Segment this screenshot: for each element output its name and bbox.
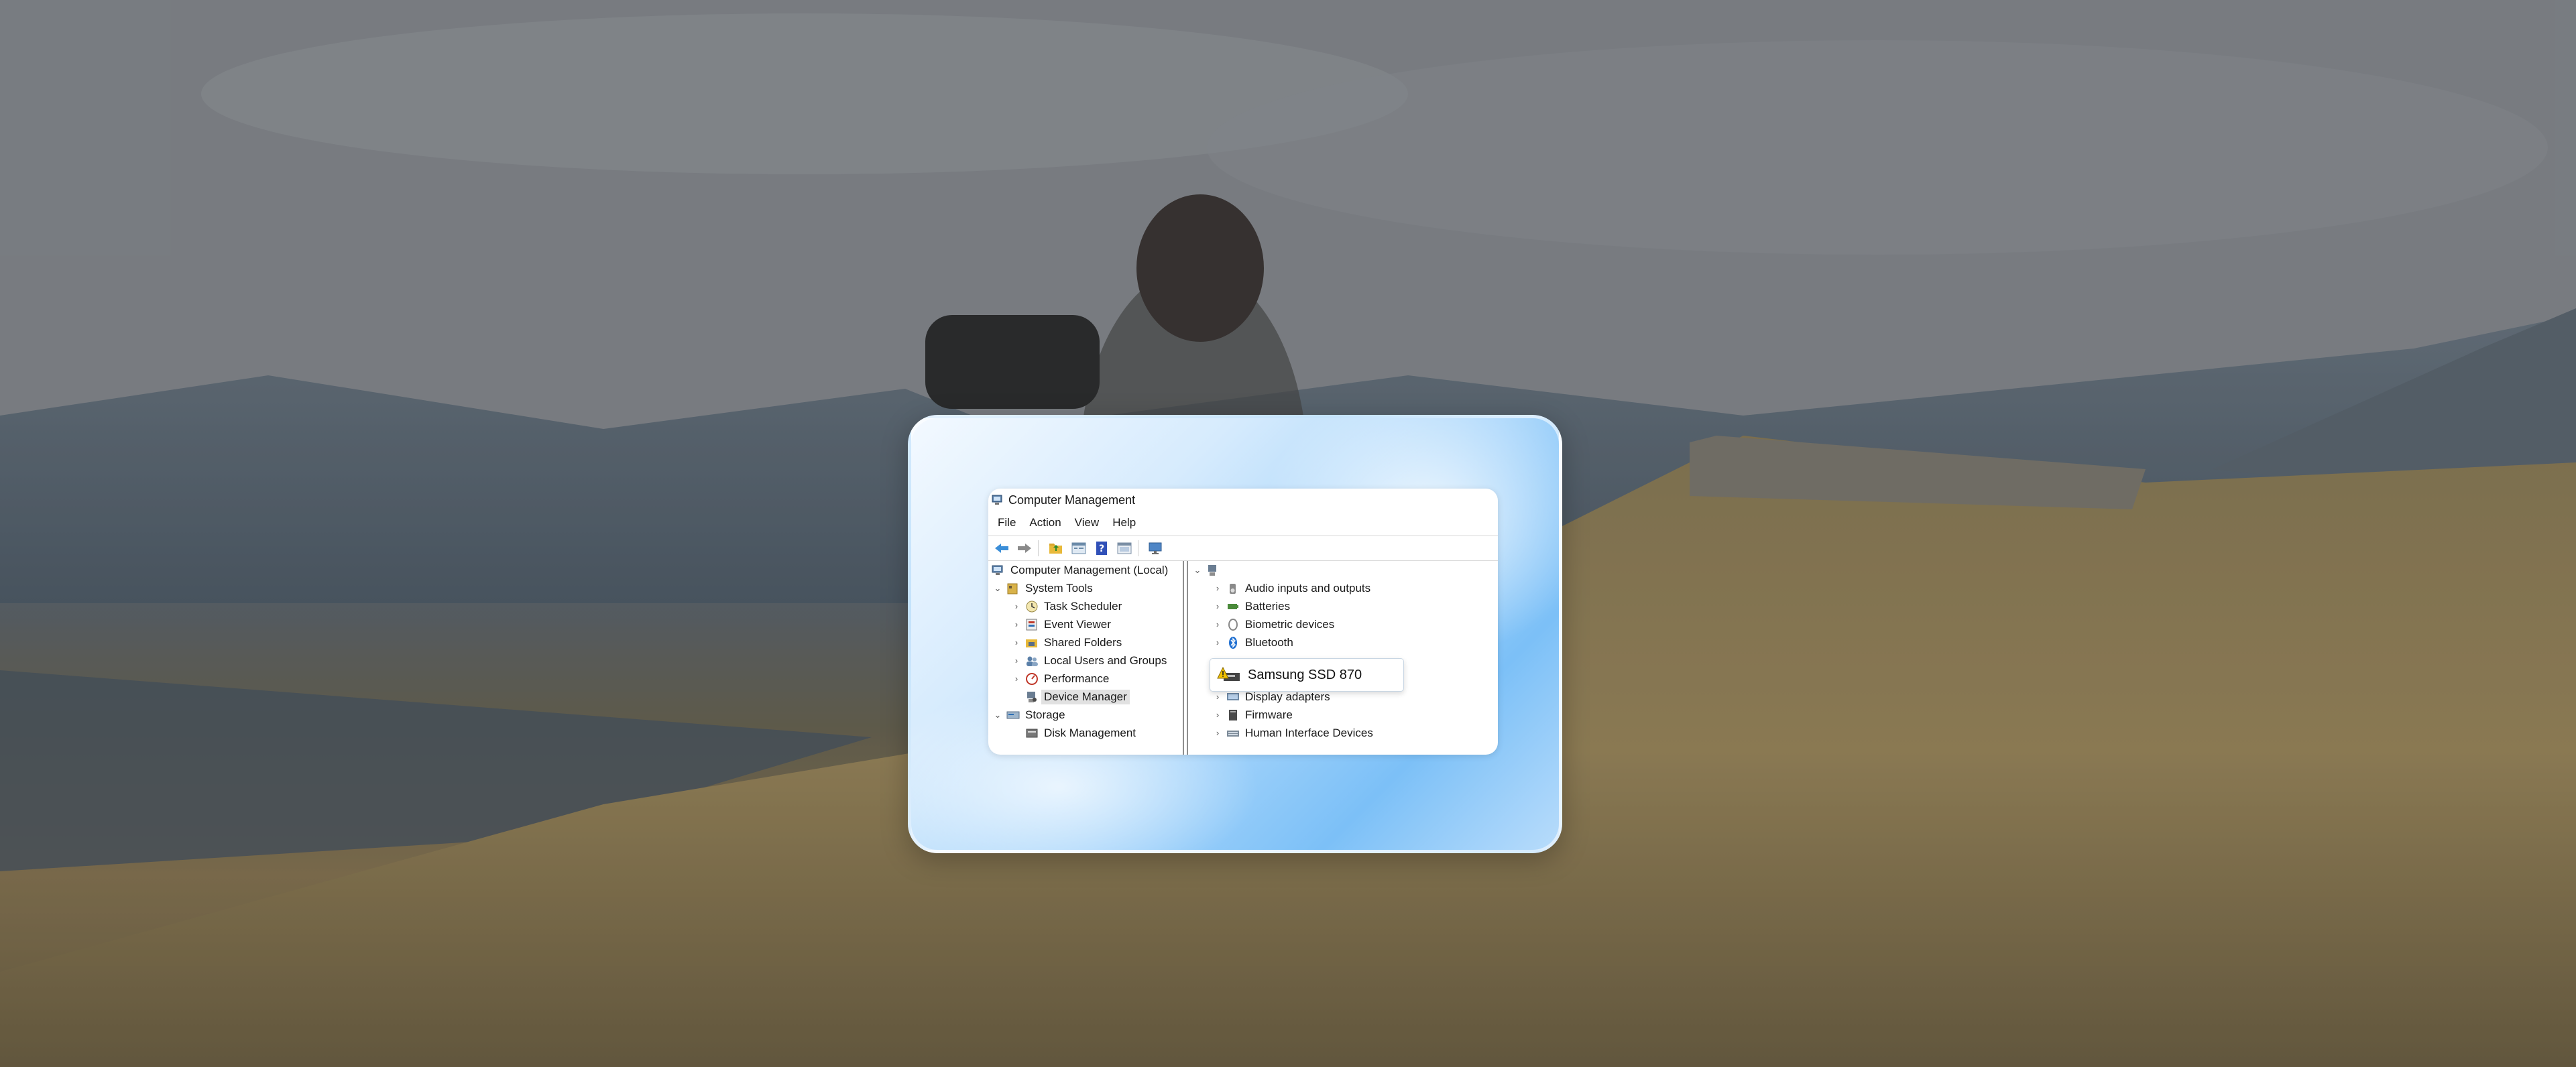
computer-management-window[interactable]: Computer Management File Action View Hel… [988, 489, 1498, 755]
device-category-label: Biometric devices [1245, 617, 1335, 631]
folder-up-icon [1049, 544, 1062, 554]
help-button[interactable]: ? [1092, 539, 1111, 558]
warning-drive-icon [1217, 666, 1240, 681]
title-bar[interactable]: Computer Management [988, 489, 1498, 511]
toolbox-icon [1007, 583, 1018, 594]
tree-item-shared-folders[interactable]: › Shared Folders [1011, 633, 1122, 651]
device-category-label: Bluetooth [1245, 635, 1293, 649]
storage-icon [1006, 711, 1020, 718]
chevron-right-icon[interactable]: › [1212, 728, 1223, 739]
tree-item-performance[interactable]: › Performance [1011, 670, 1109, 688]
show-hide-icon [1117, 542, 1132, 554]
computer-management-icon [992, 565, 1003, 575]
device-category-label: Batteries [1245, 599, 1291, 613]
show-hide-button[interactable] [1115, 539, 1134, 558]
toolbar: ? [988, 536, 1498, 561]
chevron-right-icon[interactable]: › [1011, 655, 1022, 666]
tree-root-label: Computer Management (Local) [1010, 563, 1169, 576]
clock-icon [1026, 601, 1038, 612]
tree-item-label: Task Scheduler [1044, 599, 1122, 613]
tree-storage[interactable]: ⌄ Storage [992, 706, 1065, 724]
chevron-down-icon[interactable]: ⌄ [1192, 565, 1203, 576]
monitor-icon [1149, 542, 1162, 554]
firmware-icon [1229, 709, 1237, 720]
forward-button[interactable] [1015, 539, 1034, 558]
device-category[interactable]: › Firmware [1212, 706, 1293, 724]
tree-item-device-manager[interactable]: Device Manager [1011, 688, 1130, 706]
event-viewer-icon [1026, 619, 1037, 630]
window-title: Computer Management [1008, 493, 1136, 507]
chevron-right-icon[interactable]: › [1212, 601, 1223, 612]
device-root[interactable]: ⌄ [1192, 561, 1225, 579]
fingerprint-icon [1228, 618, 1238, 631]
chevron-right-icon[interactable]: › [1212, 583, 1223, 594]
tooltip-text: Samsung SSD 870 [1248, 667, 1362, 682]
device-category-label: Display adapters [1245, 690, 1330, 703]
forward-arrow-icon [1018, 544, 1031, 553]
properties-button[interactable] [1069, 539, 1088, 558]
tree-system-tools[interactable]: ⌄ System Tools [992, 579, 1093, 597]
device-tooltip: Samsung SSD 870 [1210, 658, 1404, 692]
device-category[interactable]: › Biometric devices [1212, 615, 1334, 633]
menu-bar: File Action View Help [988, 511, 1498, 534]
chevron-down-icon[interactable]: ⌄ [992, 583, 1003, 594]
tree-item-label: Local Users and Groups [1044, 653, 1167, 667]
tree-root[interactable]: Computer Management (Local) [991, 561, 1168, 579]
menu-file[interactable]: File [988, 516, 1022, 529]
chevron-right-icon[interactable]: › [1011, 619, 1022, 630]
bluetooth-icon [1229, 636, 1237, 649]
performance-icon [1026, 672, 1038, 685]
tree-system-tools-label: System Tools [1025, 581, 1093, 594]
console-tree-pane[interactable]: Computer Management (Local) ⌄ System Too… [988, 561, 1184, 755]
tree-item-label: Shared Folders [1044, 635, 1122, 649]
back-arrow-icon [995, 544, 1008, 553]
tree-item-event-viewer[interactable]: › Event Viewer [1011, 615, 1111, 633]
chevron-right-icon[interactable]: › [1011, 601, 1022, 612]
shared-folder-icon [1026, 639, 1037, 647]
menu-action[interactable]: Action [1022, 516, 1067, 529]
chevron-right-icon[interactable]: › [1011, 674, 1022, 684]
device-category[interactable]: › Human Interface Devices [1212, 724, 1373, 742]
speaker-icon [1230, 583, 1236, 594]
chevron-right-icon[interactable]: › [1212, 619, 1223, 630]
device-category[interactable]: › Batteries [1212, 597, 1290, 615]
back-button[interactable] [992, 539, 1011, 558]
chevron-right-icon[interactable]: › [1011, 637, 1022, 648]
device-category-label: Firmware [1245, 708, 1293, 721]
computer-management-icon [992, 495, 1002, 505]
device-category-label: Human Interface Devices [1245, 726, 1373, 739]
tree-item-label: Event Viewer [1044, 617, 1111, 631]
properties-icon [1071, 542, 1086, 554]
chevron-right-icon[interactable]: › [1212, 692, 1223, 702]
tree-item-label: Device Manager [1041, 689, 1130, 704]
chevron-right-icon[interactable]: › [1212, 637, 1223, 648]
up-one-level-button[interactable] [1047, 539, 1065, 558]
help-icon: ? [1096, 542, 1107, 555]
device-category-label: Audio inputs and outputs [1245, 581, 1371, 594]
device-manager-icon [1027, 691, 1037, 702]
svg-text:?: ? [1099, 544, 1104, 554]
menu-view[interactable]: View [1068, 516, 1106, 529]
tree-storage-label: Storage [1025, 708, 1065, 721]
chevron-down-icon[interactable]: ⌄ [992, 710, 1003, 720]
computer-icon [1208, 564, 1216, 576]
device-category[interactable]: › Bluetooth [1212, 633, 1293, 651]
monitor-button[interactable] [1147, 539, 1165, 558]
menu-help[interactable]: Help [1106, 516, 1143, 529]
device-category[interactable]: › Audio inputs and outputs [1212, 579, 1370, 597]
battery-icon [1228, 603, 1238, 609]
chevron-right-icon[interactable]: › [1212, 710, 1223, 720]
tree-item-local-users-and-groups[interactable]: › Local Users and Groups [1011, 651, 1167, 670]
hid-icon [1227, 730, 1239, 737]
tree-item-task-scheduler[interactable]: › Task Scheduler [1011, 597, 1122, 615]
tree-item-label: Disk Management [1044, 726, 1136, 739]
tree-item-label: Performance [1044, 672, 1110, 685]
users-icon [1027, 656, 1038, 666]
tree-item-disk-management[interactable]: Disk Management [1011, 724, 1136, 742]
disk-management-icon [1026, 729, 1038, 737]
